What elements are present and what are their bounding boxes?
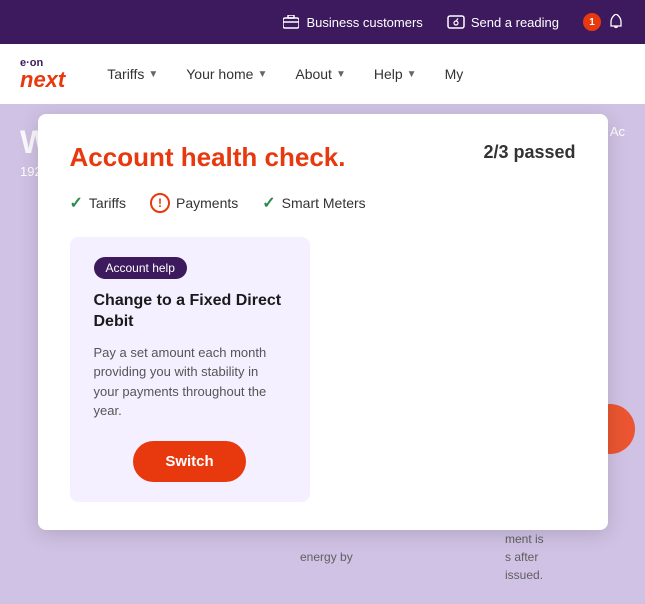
- tariffs-chevron-icon: ▼: [148, 69, 158, 80]
- modal-passed: 2/3 passed: [483, 142, 575, 163]
- modal-header: Account health check. 2/3 passed: [70, 142, 576, 173]
- check-smart-meters: ✓ Smart Meters: [262, 193, 365, 213]
- nav-tariffs-label: Tariffs: [107, 66, 144, 82]
- check-smart-meters-label: Smart Meters: [282, 195, 366, 211]
- send-reading-link[interactable]: Send a reading: [447, 13, 559, 31]
- nav-help[interactable]: Help ▼: [362, 58, 429, 90]
- modal-title: Account health check.: [70, 142, 346, 173]
- account-help-card: Account help Change to a Fixed Direct De…: [70, 237, 310, 502]
- logo[interactable]: e·on next: [20, 58, 65, 91]
- bell-icon: [607, 13, 625, 31]
- nav-your-home-label: Your home: [186, 66, 253, 82]
- nav-your-home[interactable]: Your home ▼: [174, 58, 279, 90]
- card-description: Pay a set amount each month providing yo…: [94, 343, 286, 421]
- notification-count: 1: [583, 13, 601, 31]
- check-payments: ! Payments: [150, 193, 238, 213]
- card-badge: Account help: [94, 257, 187, 279]
- briefcase-icon: [282, 13, 300, 31]
- nav-about-label: About: [295, 66, 332, 82]
- logo-next: next: [20, 69, 65, 91]
- modal-container: Account health check. 2/3 passed ✓ Tarif…: [38, 114, 608, 530]
- nav-help-label: Help: [374, 66, 403, 82]
- business-customers-label: Business customers: [306, 15, 422, 30]
- help-chevron-icon: ▼: [407, 69, 417, 80]
- check-tariffs-label: Tariffs: [89, 195, 126, 211]
- your-home-chevron-icon: ▼: [257, 69, 267, 80]
- check-payments-label: Payments: [176, 195, 238, 211]
- tariffs-check-icon: ✓: [70, 193, 83, 213]
- nav-items: Tariffs ▼ Your home ▼ About ▼ Help ▼ My: [95, 58, 625, 90]
- card-title: Change to a Fixed Direct Debit: [94, 291, 286, 333]
- business-customers-link[interactable]: Business customers: [282, 13, 422, 31]
- nav-about[interactable]: About ▼: [283, 58, 358, 90]
- check-items: ✓ Tariffs ! Payments ✓ Smart Meters: [70, 193, 576, 213]
- top-bar: Business customers Send a reading 1: [0, 0, 645, 44]
- switch-button[interactable]: Switch: [133, 441, 245, 482]
- nav-my-label: My: [445, 66, 464, 82]
- smart-meters-check-icon: ✓: [262, 193, 275, 213]
- send-reading-label: Send a reading: [471, 15, 559, 30]
- nav-my[interactable]: My: [433, 58, 476, 90]
- meter-icon: [447, 13, 465, 31]
- modal-overlay: Account health check. 2/3 passed ✓ Tarif…: [0, 104, 645, 604]
- about-chevron-icon: ▼: [336, 69, 346, 80]
- notification-bell[interactable]: 1: [583, 13, 625, 31]
- check-tariffs: ✓ Tariffs: [70, 193, 127, 213]
- payments-warn-icon: !: [150, 193, 170, 213]
- nav-bar: e·on next Tariffs ▼ Your home ▼ About ▼ …: [0, 44, 645, 104]
- page-background: We 192 G... Ac energy by t paym payme me…: [0, 104, 645, 604]
- nav-tariffs[interactable]: Tariffs ▼: [95, 58, 170, 90]
